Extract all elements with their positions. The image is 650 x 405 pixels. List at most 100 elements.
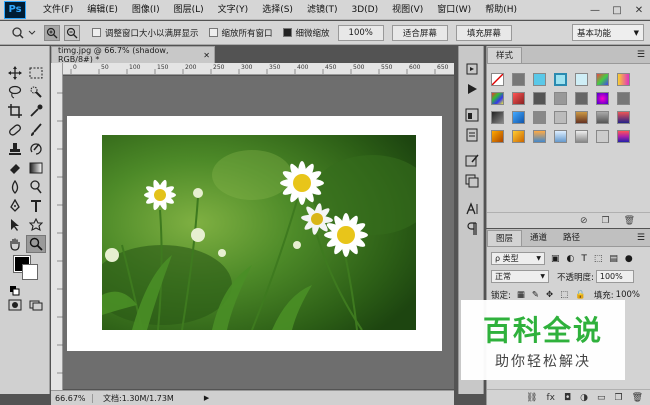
maximize-button[interactable]: □ [606,0,628,20]
menu-edit[interactable]: 编辑(E) [80,0,125,20]
new-style-icon[interactable]: ❐ [601,216,609,226]
tab-styles[interactable]: 样式 [487,47,523,63]
tab-channels[interactable]: 通道 [522,230,556,246]
trash-icon[interactable]: 🗑 [624,216,635,226]
panel-menu-icon[interactable]: ☰ [637,230,645,246]
clone-source-button[interactable] [462,172,482,190]
fit-screen-button[interactable]: 适合屏幕 [391,24,448,41]
style-swatch[interactable] [596,130,609,143]
filter-shape-icon[interactable]: ⬚ [594,254,603,264]
tab-paths[interactable]: 路径 [555,230,589,246]
canvas-area[interactable] [63,76,454,389]
style-swatch[interactable] [596,92,609,105]
character-panel-button[interactable] [462,200,482,218]
info-panel-button[interactable] [462,126,482,144]
filter-adjustment-icon[interactable]: ◐ [567,254,575,264]
style-swatch[interactable] [533,73,546,86]
style-swatch[interactable] [491,111,504,124]
delete-layer-icon[interactable]: 🗑 [632,393,643,403]
style-swatch[interactable] [617,92,630,105]
zoom-all-option[interactable]: 缩放所有窗口 [208,27,273,39]
paragraph-panel-button[interactable] [462,220,482,238]
fill-value[interactable]: 100% [616,290,640,300]
actions-panel-button[interactable] [462,80,482,98]
style-swatch[interactable] [596,73,609,86]
style-swatch[interactable] [575,130,588,143]
brush-presets-button[interactable] [462,152,482,170]
style-swatch[interactable] [575,92,588,105]
resize-windows-checkbox[interactable] [92,28,101,37]
new-group-icon[interactable]: ▭ [597,393,606,403]
dodge-tool[interactable] [26,178,46,196]
healing-brush-tool[interactable] [5,121,25,139]
brush-tool[interactable] [26,121,46,139]
menu-image[interactable]: 图像(I) [125,0,167,20]
move-tool[interactable] [5,64,25,82]
zoom-level[interactable]: 66.67% [51,393,93,403]
style-swatch[interactable] [554,73,567,86]
style-swatch[interactable] [512,92,525,105]
lock-all-icon[interactable]: 🔒 [575,290,586,300]
minimize-button[interactable]: — [584,0,606,20]
filter-type-icon[interactable]: T [581,254,587,264]
quick-select-tool[interactable] [26,83,46,101]
blur-tool[interactable] [5,178,25,196]
scrubby-zoom-option[interactable]: 细微缩放 [282,27,330,39]
style-swatch[interactable] [533,92,546,105]
tab-layers[interactable]: 图层 [487,230,523,246]
zoom-100-button[interactable]: 100% [337,24,384,41]
history-panel-button[interactable] [462,60,482,78]
menu-view[interactable]: 视图(V) [385,0,430,20]
style-swatch[interactable] [533,111,546,124]
filter-toggle-icon[interactable]: ● [625,254,633,264]
menu-3d[interactable]: 3D(D) [344,0,385,20]
gradient-tool[interactable] [26,159,46,177]
clone-stamp-tool[interactable] [5,140,25,158]
style-swatch[interactable] [491,92,504,105]
style-swatch[interactable] [617,111,630,124]
close-button[interactable]: ✕ [628,0,650,20]
panel-menu-icon[interactable]: ☰ [637,47,645,63]
document-tab[interactable]: timg.jpg @ 66.7% (shadow, RGB/8#) * ✕ [51,46,215,64]
filter-pixel-icon[interactable]: ▣ [551,254,560,264]
menu-filter[interactable]: 滤镜(T) [300,0,345,20]
style-swatch[interactable] [491,130,504,143]
style-swatch-none[interactable] [491,73,504,86]
path-select-tool[interactable] [5,216,25,234]
adjustments-panel-button[interactable] [462,106,482,124]
filter-smart-object-icon[interactable]: ▤ [609,254,618,264]
workspace-select[interactable]: 基本功能 ▼ [572,24,644,41]
style-swatch[interactable] [617,130,630,143]
zoom-tool[interactable] [26,235,46,253]
zoom-tool-preset[interactable] [6,23,42,43]
menu-select[interactable]: 选择(S) [255,0,300,20]
menu-window[interactable]: 窗口(W) [430,0,478,20]
clear-style-icon[interactable]: ⊘ [580,216,588,226]
menu-file[interactable]: 文件(F) [36,0,80,20]
screen-mode-button[interactable] [26,296,46,314]
opacity-input[interactable]: 100% [595,270,634,283]
scrubby-zoom-checkbox[interactable] [282,28,292,37]
marquee-tool[interactable] [26,64,46,82]
history-brush-tool[interactable] [26,140,46,158]
lock-move-icon[interactable]: ✥ [546,290,553,300]
zoom-in-mode-button[interactable] [44,24,60,41]
eyedropper-tool[interactable] [26,102,46,120]
link-layers-icon[interactable]: ⛓ [526,393,537,403]
menu-help[interactable]: 帮助(H) [478,0,524,20]
style-swatch[interactable] [554,130,567,143]
lock-transparent-icon[interactable]: ▦ [517,290,525,300]
type-tool[interactable] [26,197,46,215]
lasso-tool[interactable] [5,83,25,101]
style-swatch[interactable] [575,111,588,124]
new-layer-icon[interactable]: ❐ [614,393,622,403]
custom-shape-tool[interactable] [26,216,46,234]
style-swatch[interactable] [512,111,525,124]
layer-filter-select[interactable]: ρ 类型 ▼ [491,252,545,265]
pen-tool[interactable] [5,197,25,215]
status-menu-arrow-icon[interactable]: ▶ [204,394,209,402]
document-canvas[interactable] [67,116,442,351]
adjustment-layer-icon[interactable]: ◑ [580,393,588,403]
add-mask-icon[interactable]: ◘ [564,393,571,403]
quick-mask-button[interactable] [5,296,25,314]
